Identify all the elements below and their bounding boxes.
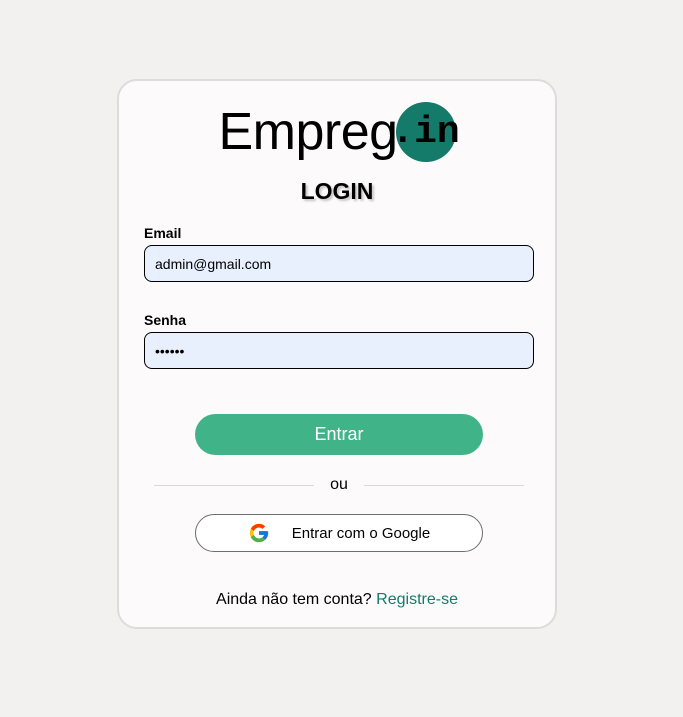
email-label: Email (144, 225, 182, 241)
email-field[interactable] (144, 245, 534, 282)
divider-line-left (154, 484, 315, 486)
divider-text: ou (330, 476, 348, 493)
divider-line-right (363, 484, 525, 486)
google-g-icon (248, 522, 270, 544)
logo-text: Empreg (218, 103, 398, 161)
password-field[interactable] (144, 332, 534, 369)
divider: ou (154, 475, 525, 495)
google-button-label: Entrar com o Google (291, 524, 431, 542)
page-title: LOGIN (300, 178, 374, 204)
register-prompt: Ainda não tem conta? Registre-se (119, 591, 555, 609)
logo-badge: .in (391, 102, 460, 162)
register-link[interactable]: Registre-se (376, 591, 458, 608)
google-login-button[interactable]: Entrar com o Google (195, 514, 483, 552)
register-prompt-text: Ainda não tem conta? (216, 591, 372, 608)
login-card: Empreg .in LOGIN Email Senha Entrar ou E… (117, 79, 557, 629)
login-button[interactable]: Entrar (195, 414, 483, 455)
password-label: Senha (144, 312, 187, 328)
logo: Empreg .in (119, 101, 555, 163)
